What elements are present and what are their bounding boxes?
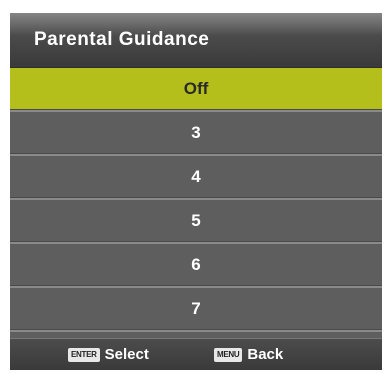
option-off[interactable]: Off (10, 68, 382, 112)
enter-key-icon: ENTER (68, 347, 100, 362)
select-hint: ENTER Select (68, 346, 149, 363)
option-4[interactable]: 4 (10, 156, 382, 200)
menu-title-bar: Parental Guidance (10, 13, 382, 68)
option-7[interactable]: 7 (10, 288, 382, 332)
select-hint-label: Select (104, 346, 149, 363)
option-5[interactable]: 5 (10, 200, 382, 244)
back-hint: MENU Back (214, 346, 283, 363)
menu-key-icon: MENU (214, 347, 243, 362)
menu-title: Parental Guidance (34, 29, 210, 50)
option-6[interactable]: 6 (10, 244, 382, 288)
rating-options-list: Off 3 4 5 6 7 (10, 68, 382, 332)
key-hint-bar: ENTER Select MENU Back (10, 338, 382, 370)
back-hint-label: Back (247, 346, 284, 363)
parental-guidance-menu: Parental Guidance Off 3 4 5 6 7 ENTER Se… (10, 13, 382, 370)
option-3[interactable]: 3 (10, 112, 382, 156)
